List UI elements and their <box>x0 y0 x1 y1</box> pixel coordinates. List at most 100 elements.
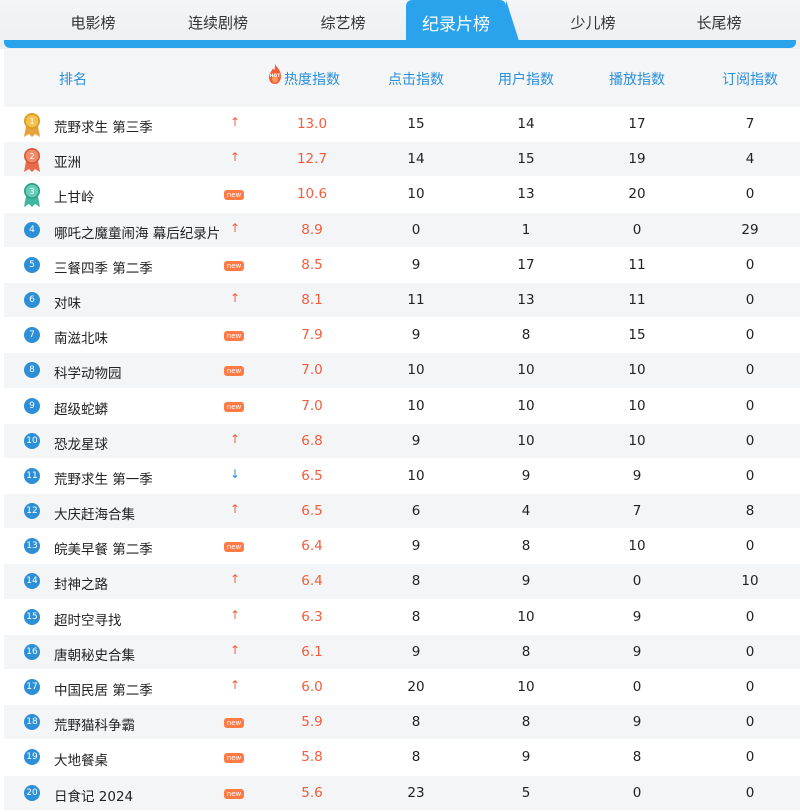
table-row[interactable]: 5 三餐四季 第二季 new 8.5 9 17 11 0 <box>4 247 800 283</box>
documentary-title[interactable]: 荒野猫科争霸 <box>54 714 135 734</box>
trend-up-icon: ↑ <box>229 150 241 165</box>
table-row[interactable]: 20 日食记 2024 new 5.6 23 5 0 0 <box>4 775 800 811</box>
user-index: 14 <box>517 116 535 132</box>
documentary-title[interactable]: 中国民居 第二季 <box>54 679 153 699</box>
click-index: 10 <box>407 397 425 414</box>
documentary-title[interactable]: 荒野求生 第三季 <box>54 116 153 136</box>
user-index: 10 <box>517 679 535 695</box>
user-index: 10 <box>517 397 535 414</box>
click-index: 6 <box>411 503 421 520</box>
trend-up-icon: ↑ <box>229 572 241 587</box>
play-index: 15 <box>628 327 646 344</box>
trend-up-icon: ↑ <box>229 642 241 657</box>
tab-series[interactable]: 连续剧榜 <box>168 0 268 44</box>
documentary-title[interactable]: 恐龙星球 <box>54 433 108 453</box>
table-row[interactable]: 9 超级蛇蟒 new 7.0 10 10 10 0 <box>4 388 800 424</box>
subscribe-index: 0 <box>745 327 755 344</box>
documentary-title[interactable]: 超级蛇蟒 <box>54 398 108 418</box>
trend-down-icon: ↓ <box>229 466 241 481</box>
click-index: 8 <box>411 714 421 731</box>
table-row[interactable]: 7 南滋北味 new 7.9 9 8 15 0 <box>4 318 800 354</box>
documentary-title[interactable]: 封神之路 <box>54 573 108 593</box>
click-index: 10 <box>407 362 425 379</box>
header-subscribe[interactable]: 订阅指数 <box>715 69 785 89</box>
click-index: 9 <box>411 432 421 449</box>
heat-index: 10.6 <box>296 186 328 203</box>
subscribe-index: 0 <box>745 679 755 695</box>
play-index: 17 <box>628 116 646 132</box>
heat-index: 7.9 <box>301 327 323 344</box>
user-index: 13 <box>517 186 535 203</box>
subscribe-index: 0 <box>745 256 755 273</box>
table-row[interactable]: 8 科学动物园 new 7.0 10 10 10 0 <box>4 353 800 389</box>
documentary-title[interactable]: 上甘岭 <box>54 186 95 206</box>
click-index: 15 <box>407 116 425 132</box>
table-row[interactable]: 12 大庆赶海合集 ↑ 6.5 6 4 7 8 <box>4 494 800 530</box>
header-heat[interactable]: 热度指数 <box>282 69 342 89</box>
play-index: 10 <box>628 432 646 449</box>
heat-index: 6.5 <box>301 467 323 484</box>
documentary-title[interactable]: 大庆赶海合集 <box>54 503 135 523</box>
table-row[interactable]: 16 唐朝秘史合集 ↑ 6.1 9 8 9 0 <box>4 634 800 670</box>
table-row[interactable]: 2 亚洲 ↑ 12.7 14 15 19 4 <box>4 142 800 178</box>
trend-up-icon: ↑ <box>229 607 241 622</box>
documentary-title[interactable]: 科学动物园 <box>54 362 122 382</box>
user-index: 9 <box>521 573 531 590</box>
rank-number: 1 <box>29 117 34 126</box>
table-row[interactable]: 4 哪吒之魔童闹海 幕后纪录片 ↑ 8.9 0 1 0 29 <box>4 212 800 248</box>
table-row[interactable]: 17 中国民居 第二季 ↑ 6.0 20 10 0 0 <box>4 670 800 706</box>
documentary-title[interactable]: 哪吒之魔童闹海 幕后纪录片 <box>54 222 220 242</box>
tab-movies[interactable]: 电影榜 <box>48 0 138 44</box>
header-click[interactable]: 点击指数 <box>381 69 451 89</box>
table-row[interactable]: 15 超时空寻找 ↑ 6.3 8 10 9 0 <box>4 599 800 635</box>
user-index: 10 <box>517 362 535 379</box>
play-index: 10 <box>628 538 646 555</box>
subscribe-index: 10 <box>741 573 759 590</box>
trend-up-icon: ↑ <box>229 290 241 305</box>
subscribe-index: 0 <box>745 432 755 449</box>
documentary-title[interactable]: 亚洲 <box>54 151 81 171</box>
documentary-title[interactable]: 皖美早餐 第二季 <box>54 538 153 558</box>
documentary-title[interactable]: 三餐四季 第二季 <box>54 257 153 277</box>
new-badge-icon: new <box>224 753 244 764</box>
table-row[interactable]: 3 上甘岭 new 10.6 10 13 20 0 <box>4 177 800 213</box>
rank-number: 3 <box>29 187 34 196</box>
tab-longtail[interactable]: 长尾榜 <box>674 0 764 44</box>
header-play[interactable]: 播放指数 <box>602 69 672 89</box>
user-index: 8 <box>521 643 531 660</box>
table-row[interactable]: 14 封神之路 ↑ 6.4 8 9 0 10 <box>4 564 800 600</box>
subscribe-index: 0 <box>745 397 755 414</box>
documentary-title[interactable]: 对味 <box>54 292 81 312</box>
tab-documentary[interactable]: 纪录片榜 <box>406 0 520 44</box>
table-row[interactable]: 13 皖美早餐 第二季 new 6.4 9 8 10 0 <box>4 529 800 565</box>
header-user[interactable]: 用户指数 <box>491 69 561 89</box>
subscribe-index: 29 <box>741 221 759 238</box>
documentary-title[interactable]: 荒野求生 第一季 <box>54 468 153 488</box>
rank-badge: 13 <box>24 538 40 555</box>
documentary-title[interactable]: 唐朝秘史合集 <box>54 644 135 664</box>
tab-variety[interactable]: 综艺榜 <box>298 0 388 44</box>
documentary-title[interactable]: 日食记 2024 <box>54 785 133 805</box>
table-row[interactable]: 11 荒野求生 第一季 ↓ 6.5 10 9 9 0 <box>4 458 800 495</box>
trend-up-icon: ↑ <box>229 431 241 446</box>
documentary-title[interactable]: 大地餐桌 <box>54 749 108 769</box>
heat-index: 8.5 <box>301 256 323 273</box>
play-index: 11 <box>628 256 646 273</box>
click-index: 8 <box>411 608 421 625</box>
documentary-title[interactable]: 超时空寻找 <box>54 609 122 629</box>
table-row[interactable]: 18 荒野猫科争霸 new 5.9 8 8 9 0 <box>4 705 800 741</box>
new-badge-icon: new <box>224 788 244 799</box>
click-index: 9 <box>411 256 421 273</box>
click-index: 0 <box>411 221 421 238</box>
table-row[interactable]: 10 恐龙星球 ↑ 6.8 9 10 10 0 <box>4 423 800 459</box>
documentary-title[interactable]: 南滋北味 <box>54 327 108 347</box>
category-tabs: 电影榜 连续剧榜 综艺榜 纪录片榜 少儿榜 长尾榜 <box>0 0 800 49</box>
play-index: 0 <box>632 784 642 801</box>
table-row[interactable]: 1 荒野求生 第三季 ↑ 13.0 15 14 17 7 <box>4 107 800 143</box>
tab-kids[interactable]: 少儿榜 <box>548 0 638 44</box>
subscribe-index: 0 <box>745 643 755 660</box>
table-row[interactable]: 19 大地餐桌 new 5.8 8 9 8 0 <box>4 740 800 776</box>
trend-up-icon: ↑ <box>229 220 241 235</box>
header-rank[interactable]: 排名 <box>50 69 96 89</box>
table-row[interactable]: 6 对味 ↑ 8.1 11 13 11 0 <box>4 282 800 319</box>
